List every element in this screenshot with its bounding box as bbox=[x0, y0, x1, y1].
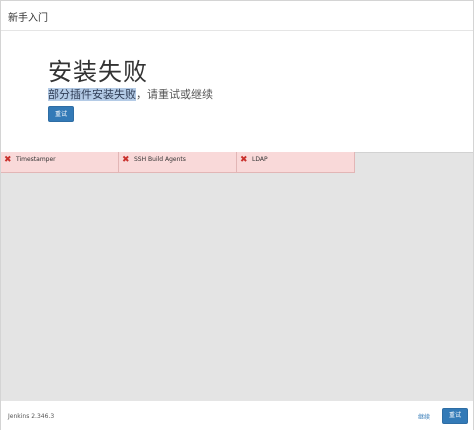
page-title: 安装失败 bbox=[48, 58, 148, 86]
plugin-item-ssh-build-agents: ✖ SSH Build Agents bbox=[119, 152, 237, 173]
close-icon: ✖ bbox=[4, 155, 12, 165]
plugin-name: SSH Build Agents bbox=[134, 156, 186, 163]
close-icon: ✖ bbox=[122, 155, 130, 165]
close-icon: ✖ bbox=[240, 155, 248, 165]
failure-message: 部分插件安装失败，请重试或继续 bbox=[48, 86, 213, 102]
plugin-item-ldap: ✖ LDAP bbox=[237, 152, 355, 173]
plugin-name: Timestamper bbox=[16, 156, 56, 163]
footer-retry-button[interactable]: 重试 bbox=[442, 408, 468, 424]
setup-wizard-window: 新手入门 安装失败 部分插件安装失败，请重试或继续 重试 ✖ Timestamp… bbox=[0, 0, 474, 430]
version-label: Jenkins 2.346.3 bbox=[8, 413, 55, 420]
plugin-status-area bbox=[1, 152, 473, 401]
plugin-item-timestamper: ✖ Timestamper bbox=[1, 152, 119, 173]
failure-message-highlight: 部分插件安装失败 bbox=[48, 88, 136, 101]
plugin-list: ✖ Timestamper ✖ SSH Build Agents ✖ LDAP bbox=[1, 152, 357, 174]
install-failed-panel: 安装失败 部分插件安装失败，请重试或继续 重试 bbox=[1, 31, 473, 152]
wizard-header: 新手入门 bbox=[1, 1, 473, 31]
plugin-name: LDAP bbox=[252, 156, 268, 163]
failure-message-rest: ，请重试或继续 bbox=[136, 88, 213, 101]
continue-link[interactable]: 继续 bbox=[418, 412, 430, 421]
wizard-title: 新手入门 bbox=[8, 13, 48, 24]
wizard-footer: Jenkins 2.346.3 继续 重试 bbox=[1, 400, 473, 430]
retry-button[interactable]: 重试 bbox=[48, 106, 74, 122]
